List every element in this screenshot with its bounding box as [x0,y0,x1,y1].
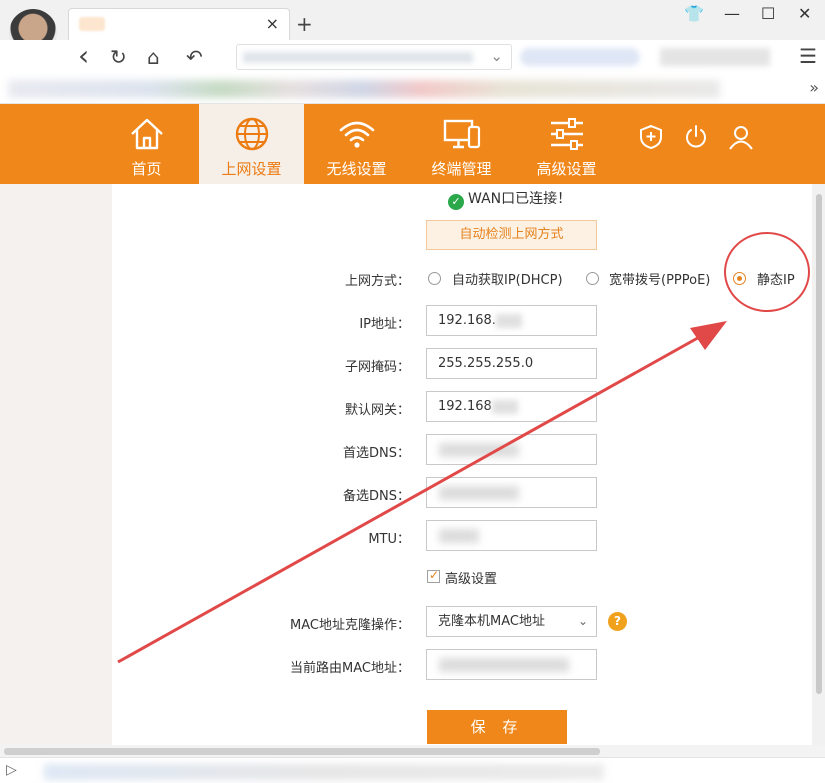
globe-icon [235,117,268,151]
horizontal-scrollbar[interactable] [0,745,825,757]
close-window-button[interactable]: ✕ [798,4,811,23]
sliders-icon [550,118,583,150]
nav-label: 上网设置 [221,160,282,178]
radio-dhcp-label[interactable]: 自动获取IP(DHCP) [452,269,563,288]
wifi-icon [339,121,374,148]
reload-button[interactable]: ↻ [110,45,127,69]
primary-dns-label: 首选DNS： [343,446,410,461]
hscroll-thumb[interactable] [4,748,600,755]
mtu-input[interactable] [426,520,597,551]
radio-pppoe-label[interactable]: 宽带拨号(PPPoE) [609,269,710,288]
ip-address-input[interactable]: 192.168. [426,305,597,336]
browser-statusbar: ▷ [0,757,825,783]
address-bar[interactable]: ⌄ [236,44,512,70]
ip-address-label: IP地址： [359,317,410,332]
redacted-smudge [439,486,519,500]
redacted-smudge [491,399,518,414]
highlight-circle [724,232,810,312]
mtu-label: MTU： [368,532,410,547]
tab-close-icon[interactable]: × [266,14,279,33]
power-icon[interactable] [683,124,709,150]
shield-icon[interactable] [638,124,664,150]
bookmarks-redacted [8,80,720,98]
statusbar-redacted [44,764,604,780]
redacted-smudge [495,313,522,328]
minimize-button[interactable]: — [724,4,740,23]
radio-dhcp[interactable] [428,272,441,285]
nav-item-advanced-settings[interactable]: 高级设置 [514,104,619,184]
help-icon[interactable]: ? [608,612,627,631]
browser-navbar: ‹ ↻ ⌂ ↶ ⌄ ☰ [0,39,825,74]
current-mac-input[interactable] [426,649,597,680]
vertical-scrollbar[interactable] [813,184,825,745]
wan-status-text: WAN口已连接！ [468,191,572,207]
home-icon [130,118,163,150]
extensions-redacted [660,48,770,66]
secondary-dns-label: 备选DNS： [343,489,410,504]
subnet-mask-input[interactable]: 255.255.255.0 [426,348,597,379]
back-button[interactable]: ‹ [78,39,89,72]
nav-item-internet-settings[interactable]: 上网设置 [199,104,304,184]
mac-clone-label: MAC地址克隆操作： [290,618,410,633]
nav-label: 终端管理 [431,160,492,178]
current-mac-label: 当前路由MAC地址： [290,661,410,676]
sidebar-toggle-icon[interactable]: ▷ [6,762,17,778]
radio-pppoe[interactable] [586,272,599,285]
chevron-down-icon: ⌄ [577,614,588,628]
browser-titlebar: × + 👕 — ☐ ✕ [0,0,825,57]
auto-detect-button[interactable]: 自动检测上网方式 [426,220,597,250]
mac-clone-value: 克隆本机MAC地址 [438,614,545,629]
redacted-smudge [439,529,479,543]
menu-icon[interactable]: ☰ [799,44,817,68]
gateway-input[interactable]: 192.168 [426,391,597,422]
nav-label: 高级设置 [536,160,597,178]
redacted-smudge [439,658,569,672]
browser-tab[interactable]: × [68,8,290,40]
gateway-label: 默认网关： [344,403,410,418]
address-text-redacted [243,52,473,63]
bookmarks-more-icon[interactable]: » [809,78,819,97]
wan-status: ✓ WAN口已连接！ [448,188,571,210]
new-tab-button[interactable]: + [296,12,313,36]
save-button[interactable]: 保 存 [427,710,567,744]
secondary-dns-input[interactable] [426,477,597,508]
home-button[interactable]: ⌂ [147,45,160,69]
address-dropdown-icon[interactable]: ⌄ [490,47,503,65]
user-icon[interactable] [728,124,754,150]
nav-label: 无线设置 [326,160,387,178]
nav-item-wireless-settings[interactable]: 无线设置 [304,104,409,184]
primary-dns-input[interactable] [426,434,597,465]
advanced-settings-checkbox[interactable] [427,568,440,583]
mac-clone-select[interactable]: 克隆本机MAC地址 ⌄ [426,606,597,637]
redacted-smudge [439,443,519,457]
scrollbar-thumb[interactable] [816,194,822,694]
gateway-value: 192.168 [438,399,492,414]
undo-button[interactable]: ↶ [186,45,203,69]
subnet-mask-label: 子网掩码： [344,360,410,375]
devices-icon [443,119,480,149]
advanced-settings-label[interactable]: 高级设置 [445,568,497,587]
nav-item-home[interactable]: 首页 [94,104,199,184]
maximize-button[interactable]: ☐ [761,4,775,23]
ip-address-value: 192.168. [438,313,496,328]
skin-icon[interactable]: 👕 [684,4,704,23]
nav-item-device-management[interactable]: 终端管理 [409,104,514,184]
connection-type-label: 上网方式： [344,274,410,289]
bookmarks-bar: » [0,74,825,104]
nav-label: 首页 [131,160,162,178]
tab-favicon-icon [79,17,105,31]
search-box-redacted[interactable] [520,48,640,66]
check-circle-icon: ✓ [448,194,464,210]
